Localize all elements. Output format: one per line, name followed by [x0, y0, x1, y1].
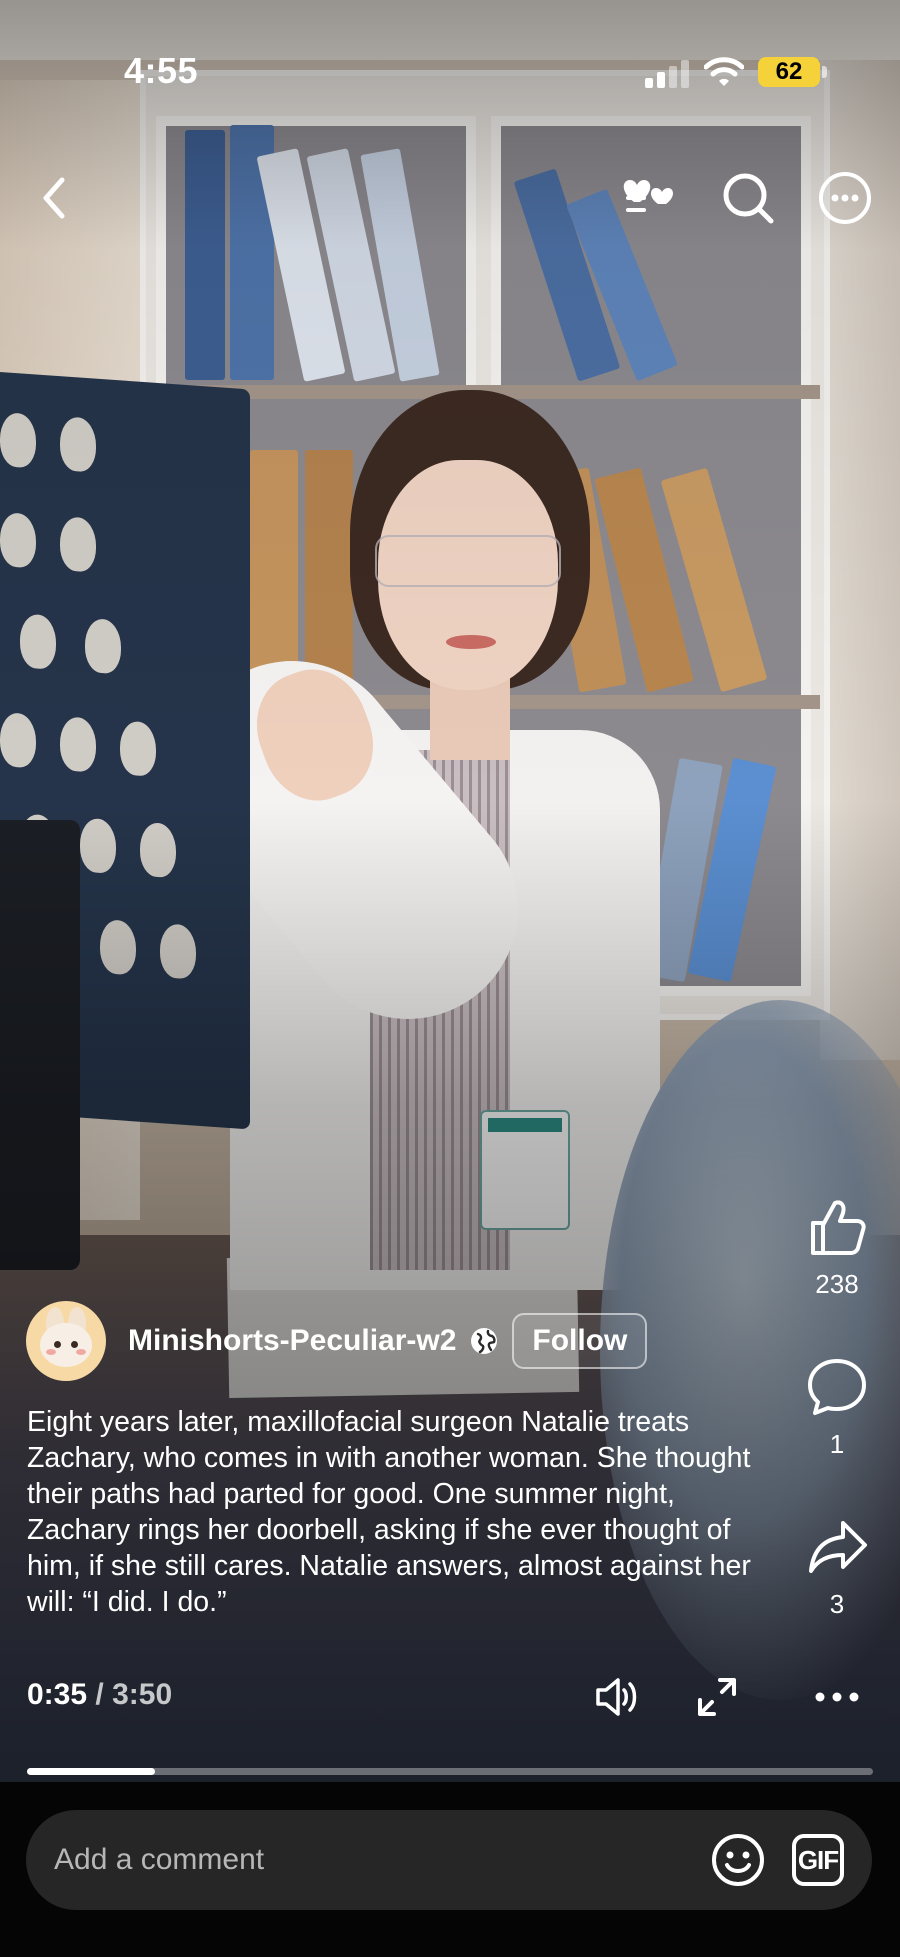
progress-fill	[27, 1768, 155, 1775]
chevron-left-icon[interactable]	[30, 168, 80, 228]
like-count: 238	[815, 1269, 859, 1299]
battery-indicator: 62	[758, 57, 820, 87]
time-separator: /	[95, 1678, 104, 1711]
comment-input[interactable]	[54, 1810, 694, 1910]
total-time: 3:50	[112, 1678, 173, 1711]
status-time: 4:55	[124, 50, 199, 91]
cellular-signal-icon	[645, 60, 691, 88]
more-circle-icon[interactable]	[815, 168, 875, 228]
progress-track[interactable]	[27, 1768, 873, 1775]
volume-icon[interactable]	[592, 1672, 642, 1722]
globe-icon	[471, 1328, 498, 1354]
emoji-icon[interactable]	[710, 1832, 766, 1888]
comment-bubble-icon[interactable]	[805, 1355, 869, 1419]
comment-count: 1	[829, 1429, 845, 1459]
author-row: Minishorts-Peculiar-w2 Follow	[26, 1300, 648, 1382]
like-action[interactable]: 238	[795, 1195, 879, 1300]
heart-list-icon[interactable]	[618, 168, 678, 228]
current-time: 0:35	[27, 1678, 88, 1711]
video-description[interactable]: Eight years later, maxillofacial surgeon…	[27, 1404, 777, 1620]
battery-tip	[822, 66, 827, 78]
comment-box[interactable]: GIF	[26, 1810, 872, 1910]
wifi-icon	[704, 57, 744, 86]
follow-button[interactable]: Follow	[512, 1313, 648, 1369]
search-icon[interactable]	[718, 168, 778, 228]
share-action[interactable]: 3	[795, 1515, 879, 1620]
fullscreen-icon[interactable]	[692, 1672, 742, 1722]
author-name[interactable]: Minishorts-Peculiar-w2	[128, 1324, 456, 1358]
more-horizontal-icon[interactable]	[812, 1672, 862, 1722]
share-arrow-icon[interactable]	[805, 1515, 869, 1579]
playback-time: 0:35 / 3:50	[27, 1678, 172, 1712]
gif-button[interactable]: GIF	[792, 1834, 844, 1886]
avatar[interactable]	[26, 1301, 106, 1381]
share-count: 3	[829, 1589, 845, 1619]
comment-bar: GIF	[0, 1782, 900, 1957]
status-bar: 4:55 62	[0, 0, 900, 140]
thumbs-up-icon[interactable]	[805, 1195, 869, 1259]
comment-action[interactable]: 1	[795, 1355, 879, 1460]
